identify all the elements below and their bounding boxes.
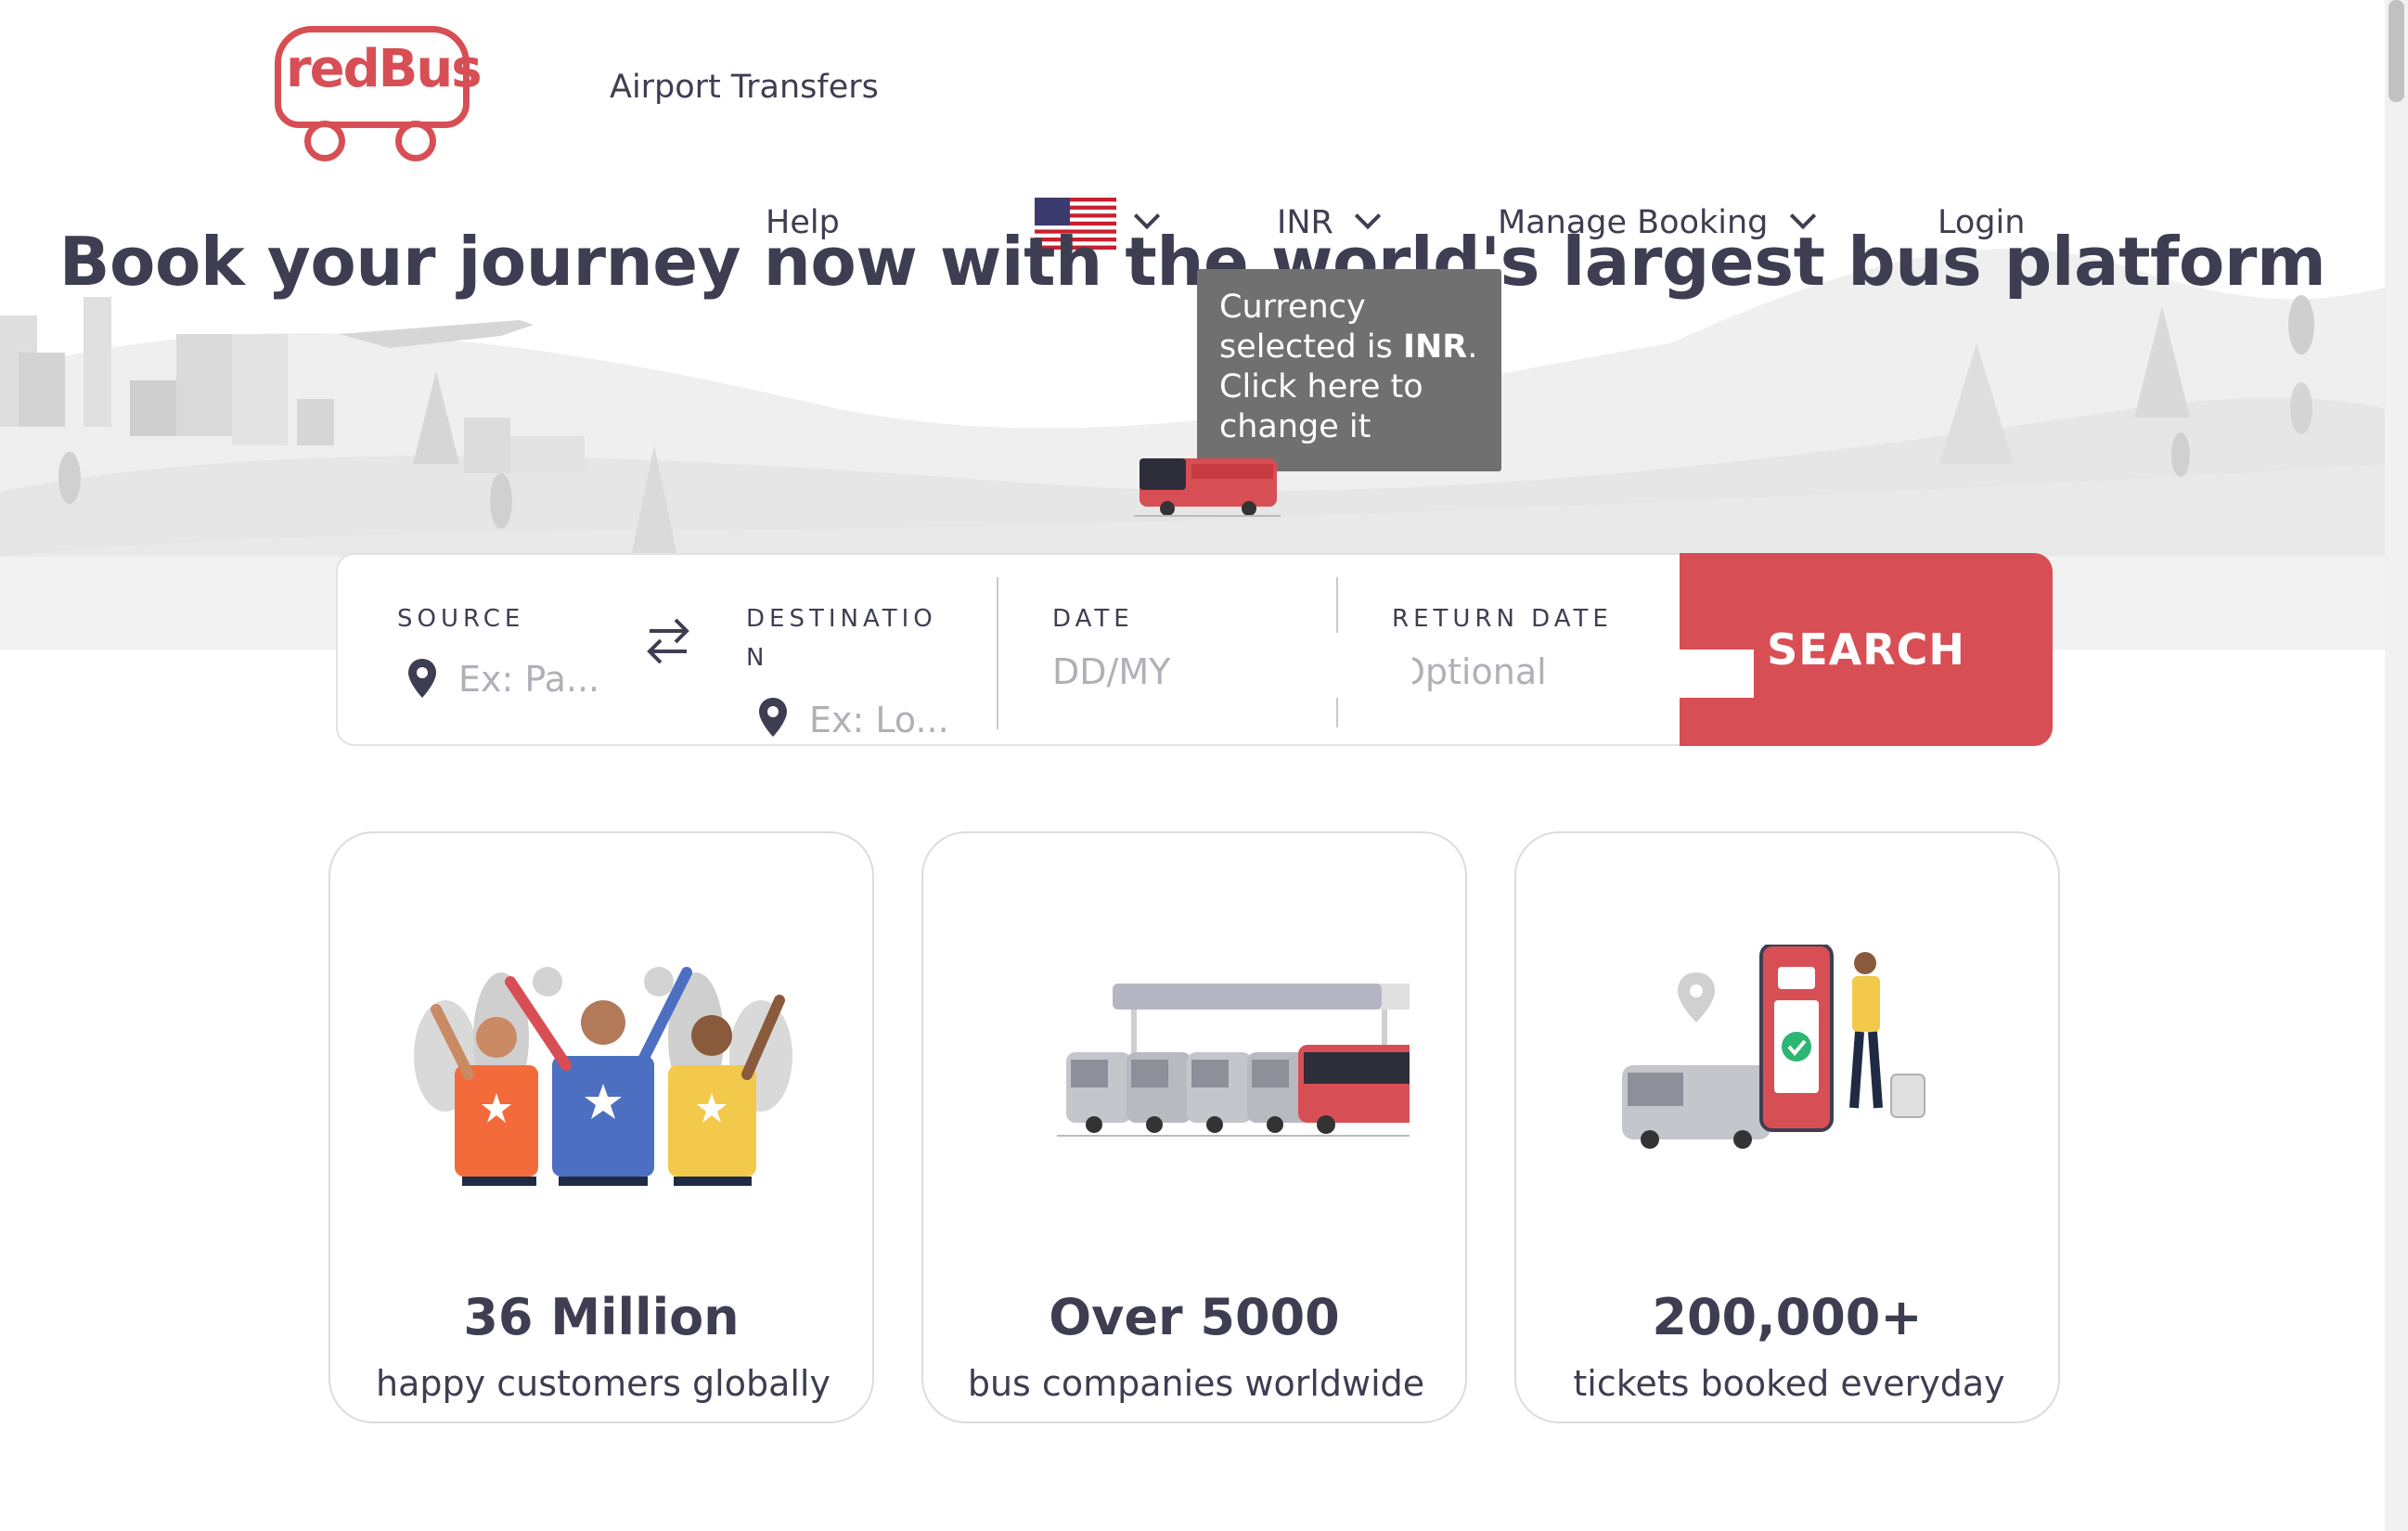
source-input[interactable]: Ex: Pa... bbox=[458, 659, 607, 700]
stat-caption: happy customers globally bbox=[376, 1363, 831, 1404]
logo-text: redBus bbox=[286, 39, 483, 99]
divider bbox=[997, 577, 998, 729]
stat-caption: bus companies worldwide bbox=[967, 1363, 1425, 1404]
airport-transfers-link[interactable]: Airport Transfers bbox=[610, 69, 879, 106]
hero-headline: Book your journey now with the world's l… bbox=[58, 223, 2326, 301]
return-date-label: RETURN DATE bbox=[1392, 605, 1613, 633]
redbus-logo[interactable]: redBus bbox=[271, 20, 483, 161]
date-label: DATE bbox=[1052, 605, 1134, 633]
divider bbox=[1336, 698, 1338, 727]
stat-value: 200,000+ bbox=[1652, 1288, 1923, 1346]
source-label: SOURCE bbox=[397, 605, 525, 633]
stat-card-companies: Over 5000 bus companies worldwide bbox=[921, 831, 1467, 1423]
stat-value: Over 5000 bbox=[1049, 1288, 1340, 1346]
page-scrollbar[interactable] bbox=[2385, 0, 2408, 1531]
destination-label-wrap: N bbox=[746, 644, 769, 672]
tooltip-line: Click here to bbox=[1219, 368, 1423, 405]
return-date-placeholder: Optional bbox=[1412, 651, 1547, 692]
currency-tooltip[interactable]: Currency selected is INR. Click here to … bbox=[1197, 269, 1501, 471]
location-pin-icon bbox=[408, 659, 436, 698]
bus-icon bbox=[1134, 458, 1281, 517]
destination-input[interactable]: Ex: Lo... bbox=[809, 700, 958, 740]
stat-value: 36 Million bbox=[463, 1288, 740, 1346]
scrollbar-thumb[interactable] bbox=[2389, 0, 2404, 102]
stat-caption: tickets booked everyday bbox=[1573, 1363, 2005, 1404]
tooltip-line: change it bbox=[1219, 408, 1371, 445]
logo-wheel-right bbox=[395, 121, 436, 161]
logo-wheel-left bbox=[304, 121, 345, 161]
happy-customers-illustration bbox=[414, 967, 792, 1186]
date-input[interactable]: DD/MY bbox=[1052, 651, 1201, 692]
location-pin-icon bbox=[759, 698, 787, 737]
return-date-input[interactable]: Optional bbox=[1412, 651, 1570, 698]
swap-icon[interactable] bbox=[646, 614, 690, 666]
bus-companies-illustration bbox=[1057, 984, 1410, 1137]
search-button-notch bbox=[1680, 650, 1754, 698]
divider bbox=[1336, 577, 1338, 633]
destination-label: DESTINATIO bbox=[746, 605, 937, 633]
stat-card-tickets: 200,000+ tickets booked everyday bbox=[1514, 831, 2060, 1423]
tooltip-line: Currency bbox=[1219, 289, 1366, 326]
tickets-booked-illustration bbox=[1622, 945, 1925, 1149]
tooltip-line: selected is INR. bbox=[1219, 328, 1478, 366]
stat-card-customers: 36 Million happy customers globally bbox=[328, 831, 874, 1423]
